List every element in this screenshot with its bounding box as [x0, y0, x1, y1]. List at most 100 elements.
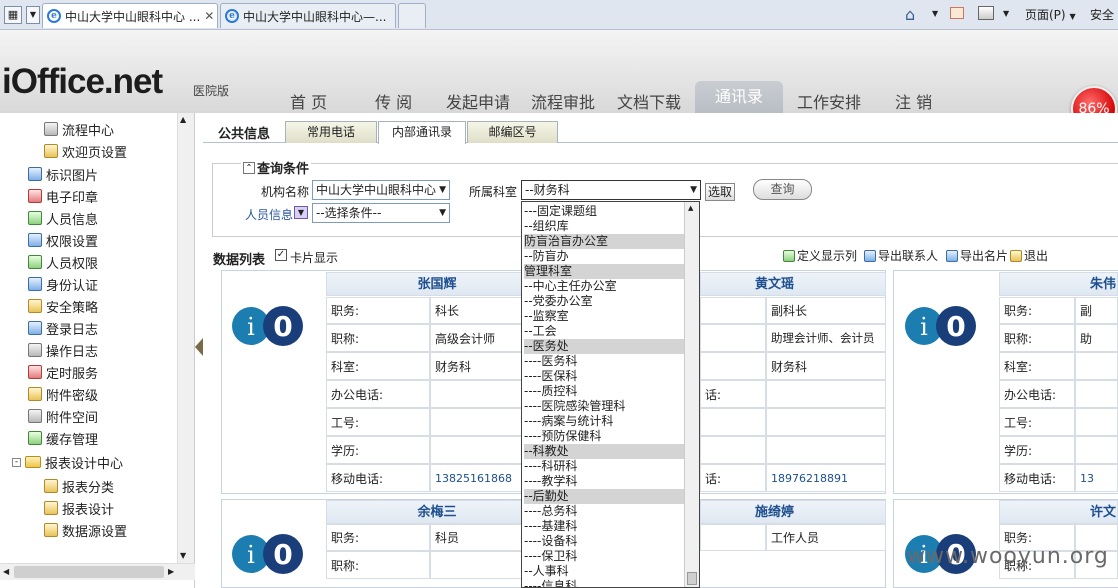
- nav-apply[interactable]: 发起申请: [446, 89, 510, 113]
- dropdown-option[interactable]: ----医院感染管理科: [524, 399, 684, 414]
- sidebar-item-welcome[interactable]: 欢迎页设置: [44, 140, 127, 162]
- scroll-left-icon[interactable]: ◀: [3, 567, 9, 576]
- sidebar-vertical-scrollbar[interactable]: ▲ ▼: [177, 113, 194, 563]
- select-button[interactable]: 选取: [705, 183, 735, 201]
- close-tab-icon[interactable]: ✕: [204, 9, 214, 23]
- home-icon[interactable]: ⌂: [905, 5, 915, 24]
- collapse-icon[interactable]: -: [12, 457, 21, 467]
- dropdown-option[interactable]: ---固定课题组: [524, 204, 684, 219]
- dropdown-option[interactable]: 防盲治盲办公室: [524, 234, 684, 249]
- tab-list-dropdown-icon[interactable]: ▼: [26, 6, 40, 24]
- nav-contacts[interactable]: 通讯录: [695, 81, 784, 113]
- export-contacts-link[interactable]: 导出联系人: [864, 247, 938, 264]
- nav-schedule[interactable]: 工作安排: [797, 89, 861, 113]
- scroll-down-icon[interactable]: ▼: [180, 551, 186, 560]
- sidebar-item-report-design[interactable]: 报表设计: [44, 497, 114, 519]
- exit-link[interactable]: 退出: [1010, 247, 1048, 264]
- scroll-thumb[interactable]: [14, 566, 164, 578]
- browser-tab-1[interactable]: e 中山大学中山眼科中心 ... ✕: [42, 3, 218, 28]
- sidebar-item-seal[interactable]: 电子印章: [28, 185, 98, 207]
- new-tab-button[interactable]: [398, 3, 426, 28]
- sidebar-item-report-category[interactable]: 报表分类: [44, 475, 114, 497]
- contact-mobile[interactable]: 18976218891: [766, 464, 886, 492]
- sidebar-item-flow-center[interactable]: 流程中心: [44, 118, 114, 140]
- dropdown-option[interactable]: --科教处: [524, 444, 684, 459]
- field-label-hidden: [700, 324, 766, 352]
- dept-select[interactable]: --财务科 ▼: [521, 180, 701, 200]
- page-menu[interactable]: 页面(P) ▼: [1025, 6, 1076, 23]
- sidebar-horizontal-scrollbar[interactable]: ◀ ▶: [0, 563, 195, 580]
- dropdown-option[interactable]: --组织库: [524, 219, 684, 234]
- dropdown-option[interactable]: ----预防保健科: [524, 429, 684, 444]
- person-condition-select[interactable]: --选择条件-- ▼: [312, 203, 450, 223]
- dropdown-option[interactable]: --后勤处: [524, 489, 684, 504]
- sidebar-item-report-center[interactable]: - 报表设计中心: [12, 451, 123, 473]
- browser-tab-2[interactable]: e 中山大学中山眼科中心—...: [220, 3, 396, 28]
- dropdown-option[interactable]: ----质控科: [524, 384, 684, 399]
- sidebar-item-logo-image[interactable]: 标识图片: [28, 163, 98, 185]
- tab-common-phone[interactable]: 常用电话: [285, 121, 377, 143]
- dropdown-option[interactable]: ----病案与统计科: [524, 414, 684, 429]
- sidebar-item-operation-log[interactable]: 操作日志: [28, 339, 98, 361]
- filter-icon[interactable]: ▼: [294, 206, 308, 219]
- sidebar-item-login-log[interactable]: 登录日志: [28, 317, 98, 339]
- feed-icon[interactable]: [950, 7, 964, 19]
- dropdown-option[interactable]: --防盲办: [524, 249, 684, 264]
- quick-tabs-icon[interactable]: ▦: [4, 6, 22, 24]
- dropdown-option[interactable]: --工会: [524, 324, 684, 339]
- card-display-checkbox[interactable]: ✓: [275, 249, 287, 261]
- tab-postcode[interactable]: 邮编区号: [467, 121, 558, 143]
- sidebar-item-person-info[interactable]: 人员信息: [28, 207, 98, 229]
- query-button[interactable]: 查询: [753, 179, 812, 200]
- sidebar-item-identity[interactable]: 身份认证: [28, 273, 98, 295]
- safety-menu[interactable]: 安全: [1090, 6, 1114, 23]
- cache-icon: [28, 431, 42, 445]
- dropdown-option[interactable]: ----医务科: [524, 354, 684, 369]
- sidebar-item-attachment-level[interactable]: 附件密级: [28, 383, 98, 405]
- sidebar-item-datasource[interactable]: 数据源设置: [44, 519, 127, 541]
- dropdown-option[interactable]: --党委办公室: [524, 294, 684, 309]
- print-icon[interactable]: [978, 6, 994, 20]
- query-panel-title[interactable]: ⌃ 查询条件: [241, 158, 312, 177]
- dropdown-scrollbar[interactable]: ▲: [684, 202, 699, 587]
- nav-approval[interactable]: 流程审批: [531, 89, 595, 113]
- dropdown-option[interactable]: ----总务科: [524, 504, 684, 519]
- sidebar-item-permission-settings[interactable]: 权限设置: [28, 229, 98, 251]
- sidebar-item-attachment-space[interactable]: 附件空间: [28, 405, 98, 427]
- dropdown-option[interactable]: ----医保科: [524, 369, 684, 384]
- sidebar-item-person-permission[interactable]: 人员权限: [28, 251, 98, 273]
- scroll-up-icon[interactable]: ▲: [180, 115, 186, 124]
- dropdown-option[interactable]: --中心主任办公室: [524, 279, 684, 294]
- dropdown-option[interactable]: 管理科室: [524, 264, 684, 279]
- contact-mobile[interactable]: 13: [1075, 464, 1118, 492]
- nav-circulate[interactable]: 传 阅: [375, 89, 412, 113]
- contact-mobile[interactable]: 13825161868: [430, 464, 522, 492]
- collapse-up-icon[interactable]: ⌃: [243, 161, 255, 174]
- scroll-thumb[interactable]: [687, 572, 697, 585]
- define-columns-link[interactable]: 定义显示列: [783, 247, 857, 264]
- org-select[interactable]: 中山大学中山眼科中心 ▼: [312, 180, 450, 200]
- nav-home[interactable]: 首 页: [290, 89, 327, 113]
- dropdown-option[interactable]: ----基建科: [524, 519, 684, 534]
- dropdown-option[interactable]: --人事科: [524, 564, 684, 579]
- sidebar-item-cache[interactable]: 缓存管理: [28, 427, 98, 449]
- dept-dropdown-list[interactable]: ---固定课题组 --组织库 防盲治盲办公室 --防盲办 管理科室 --中心主任办公室 --…: [521, 201, 700, 588]
- sidebar-collapse-handle[interactable]: [195, 338, 203, 356]
- dropdown-option[interactable]: ----保卫科: [524, 549, 684, 564]
- dropdown-option[interactable]: ----教学科: [524, 474, 684, 489]
- scroll-up-icon[interactable]: ▲: [688, 204, 693, 212]
- print-dropdown-icon[interactable]: ▼: [1003, 9, 1009, 18]
- sidebar-item-timer-service[interactable]: 定时服务: [28, 361, 98, 383]
- scroll-right-icon[interactable]: ▶: [168, 567, 174, 576]
- dropdown-option[interactable]: ----设备科: [524, 534, 684, 549]
- dropdown-option[interactable]: ----信息科: [524, 579, 684, 587]
- dropdown-option[interactable]: --监察室: [524, 309, 684, 324]
- nav-download[interactable]: 文档下载: [617, 89, 681, 113]
- home-dropdown-icon[interactable]: ▼: [932, 9, 938, 18]
- export-cards-link[interactable]: 导出名片: [946, 247, 1008, 264]
- dropdown-option[interactable]: ----科研科: [524, 459, 684, 474]
- nav-logout[interactable]: 注 销: [895, 89, 932, 113]
- tab-internal-directory[interactable]: 内部通讯录: [378, 121, 466, 144]
- sidebar-item-security-policy[interactable]: 安全策略: [28, 295, 98, 317]
- dropdown-option[interactable]: --医务处: [524, 339, 684, 354]
